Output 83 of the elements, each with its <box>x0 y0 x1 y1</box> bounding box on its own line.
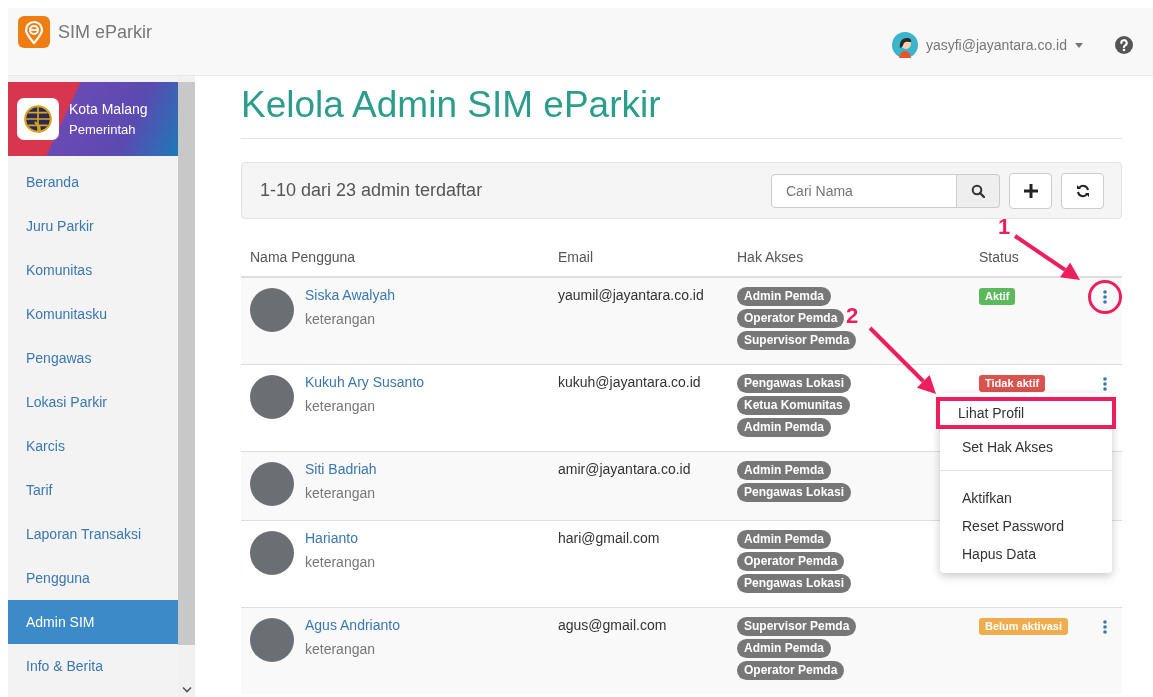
role-badge: Supervisor Pemda <box>737 331 857 350</box>
sidebar-item[interactable]: Beranda <box>8 160 178 204</box>
menu-item[interactable]: Set Hak Akses <box>940 433 1112 461</box>
menu-item[interactable]: Hapus Data <box>940 540 1112 568</box>
user-name-link[interactable]: Siti Badriah <box>305 461 377 477</box>
sidebar-item[interactable]: Lokasi Parkir <box>8 380 178 424</box>
role-badge: Admin Pemda <box>737 530 831 549</box>
column-header: Hak Akses <box>737 249 805 265</box>
role-badge: Admin Pemda <box>737 461 831 480</box>
role-badge: Operator Pemda <box>737 661 845 680</box>
menu-item[interactable]: Lihat Profil <box>936 397 1116 429</box>
user-avatar-icon[interactable] <box>891 32 918 58</box>
user-note: keterangan <box>305 485 377 501</box>
menu-item[interactable]: Aktifkan <box>940 484 1112 512</box>
sidebar-item[interactable]: Komunitasku <box>8 292 178 336</box>
app-title: SIM eParkir <box>58 21 153 43</box>
menu-item[interactable]: Reset Password <box>940 512 1112 540</box>
user-note: keterangan <box>305 311 377 327</box>
avatar-placeholder <box>250 288 294 332</box>
role-badge: Admin Pemda <box>737 287 831 306</box>
annotation-arrow <box>868 326 936 394</box>
refresh-icon <box>1075 183 1090 198</box>
role-badge: Operator Pemda <box>737 552 845 571</box>
record-count: 1-10 dari 23 admin terdaftar <box>260 180 483 201</box>
refresh-button[interactable] <box>1061 172 1104 209</box>
sidebar-item[interactable]: Karcis <box>8 424 178 468</box>
location-pin-logo-icon <box>18 16 50 48</box>
user-name-link[interactable]: Kukuh Ary Susanto <box>305 374 425 390</box>
sidebar-item[interactable]: Tarif <box>8 468 178 512</box>
sidebar-item[interactable]: Info & Berita <box>8 644 178 688</box>
caret-icon[interactable] <box>1075 42 1083 48</box>
organization-type: Pemerintah <box>69 122 137 137</box>
role-badge: Pengawas Lokasi <box>737 483 852 502</box>
avatar-placeholder <box>250 531 294 575</box>
more-options-button[interactable] <box>1088 280 1122 314</box>
sidebar-item[interactable]: Pengguna <box>8 556 178 600</box>
help-icon[interactable] <box>1115 36 1133 54</box>
email-cell-text: kukuh@jayantara.co.id <box>558 373 702 392</box>
avatar-placeholder <box>250 618 294 662</box>
page-title: Kelola Admin SIM eParkir <box>241 84 1122 139</box>
status-badge: Tidak aktif <box>979 375 1046 392</box>
avatar-placeholder <box>250 462 294 506</box>
email-cell-text: hari@gmail.com <box>558 529 661 548</box>
organization-name: Kota Malang <box>69 101 148 117</box>
plus-icon <box>1023 183 1038 198</box>
role-badge: Admin Pemda <box>737 418 831 437</box>
sidebar-item[interactable]: Laporan Transaksi <box>8 512 178 556</box>
role-badge: Ketua Komunitas <box>737 396 850 415</box>
emblem-icon <box>22 103 54 135</box>
add-button[interactable] <box>1009 172 1052 209</box>
role-badge: Operator Pemda <box>737 309 845 328</box>
sidebar-item[interactable]: Admin SIM <box>8 600 178 644</box>
user-name-link[interactable]: Harianto <box>305 530 376 546</box>
sidebar-item[interactable]: Komunitas <box>8 248 178 292</box>
column-header: Nama Pengguna <box>250 249 357 265</box>
status-badge: Aktif <box>979 288 1016 305</box>
column-header: Status <box>979 249 1020 265</box>
search-field[interactable]: Cari Nama <box>771 173 957 208</box>
sidebar-item[interactable]: Pengawas <box>8 336 178 380</box>
role-badge: Supervisor Pemda <box>737 617 857 636</box>
avatar-placeholder <box>250 375 294 419</box>
user-note: keterangan <box>305 398 377 414</box>
search-icon <box>971 183 985 198</box>
user-note: keterangan <box>305 554 376 570</box>
callout-number: 1 <box>998 214 1011 240</box>
user-name-link[interactable]: Agus Andrianto <box>305 617 400 633</box>
user-note: keterangan <box>305 641 377 657</box>
kebab-icon <box>1103 377 1107 391</box>
user-name-link[interactable]: Siska Awalyah <box>305 287 395 303</box>
email-cell-text: amir@jayantara.co.id <box>558 460 692 479</box>
user-menu-link[interactable]: yasyfi@jayantara.co.id <box>925 37 1067 53</box>
search-button[interactable] <box>957 173 1000 208</box>
callout-number: 2 <box>846 303 859 329</box>
column-header: Email <box>558 249 594 265</box>
email-cell-text: yaumil@jayantara.co.id <box>558 286 705 305</box>
status-badge: Belum aktivasi <box>979 618 1069 635</box>
kebab-icon <box>1103 290 1107 304</box>
kebab-icon <box>1103 620 1107 634</box>
email-cell-text: agus@gmail.com <box>558 616 668 635</box>
role-badge: Pengawas Lokasi <box>737 374 852 393</box>
role-badge: Pengawas Lokasi <box>737 574 852 593</box>
role-badge: Admin Pemda <box>737 639 831 658</box>
sidebar-item[interactable]: Juru Parkir <box>8 204 178 248</box>
